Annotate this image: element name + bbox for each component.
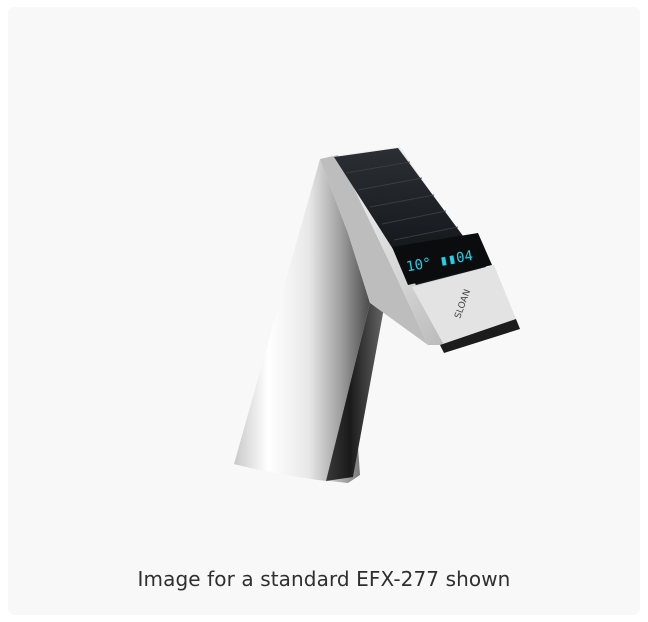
faucet-image: 10° ▮▮04 SLOAN (234, 147, 520, 483)
image-caption: Image for a standard EFX-277 shown (137, 567, 511, 591)
product-image-card: 10° ▮▮04 SLOAN Image for a standard EFX-… (8, 7, 640, 615)
